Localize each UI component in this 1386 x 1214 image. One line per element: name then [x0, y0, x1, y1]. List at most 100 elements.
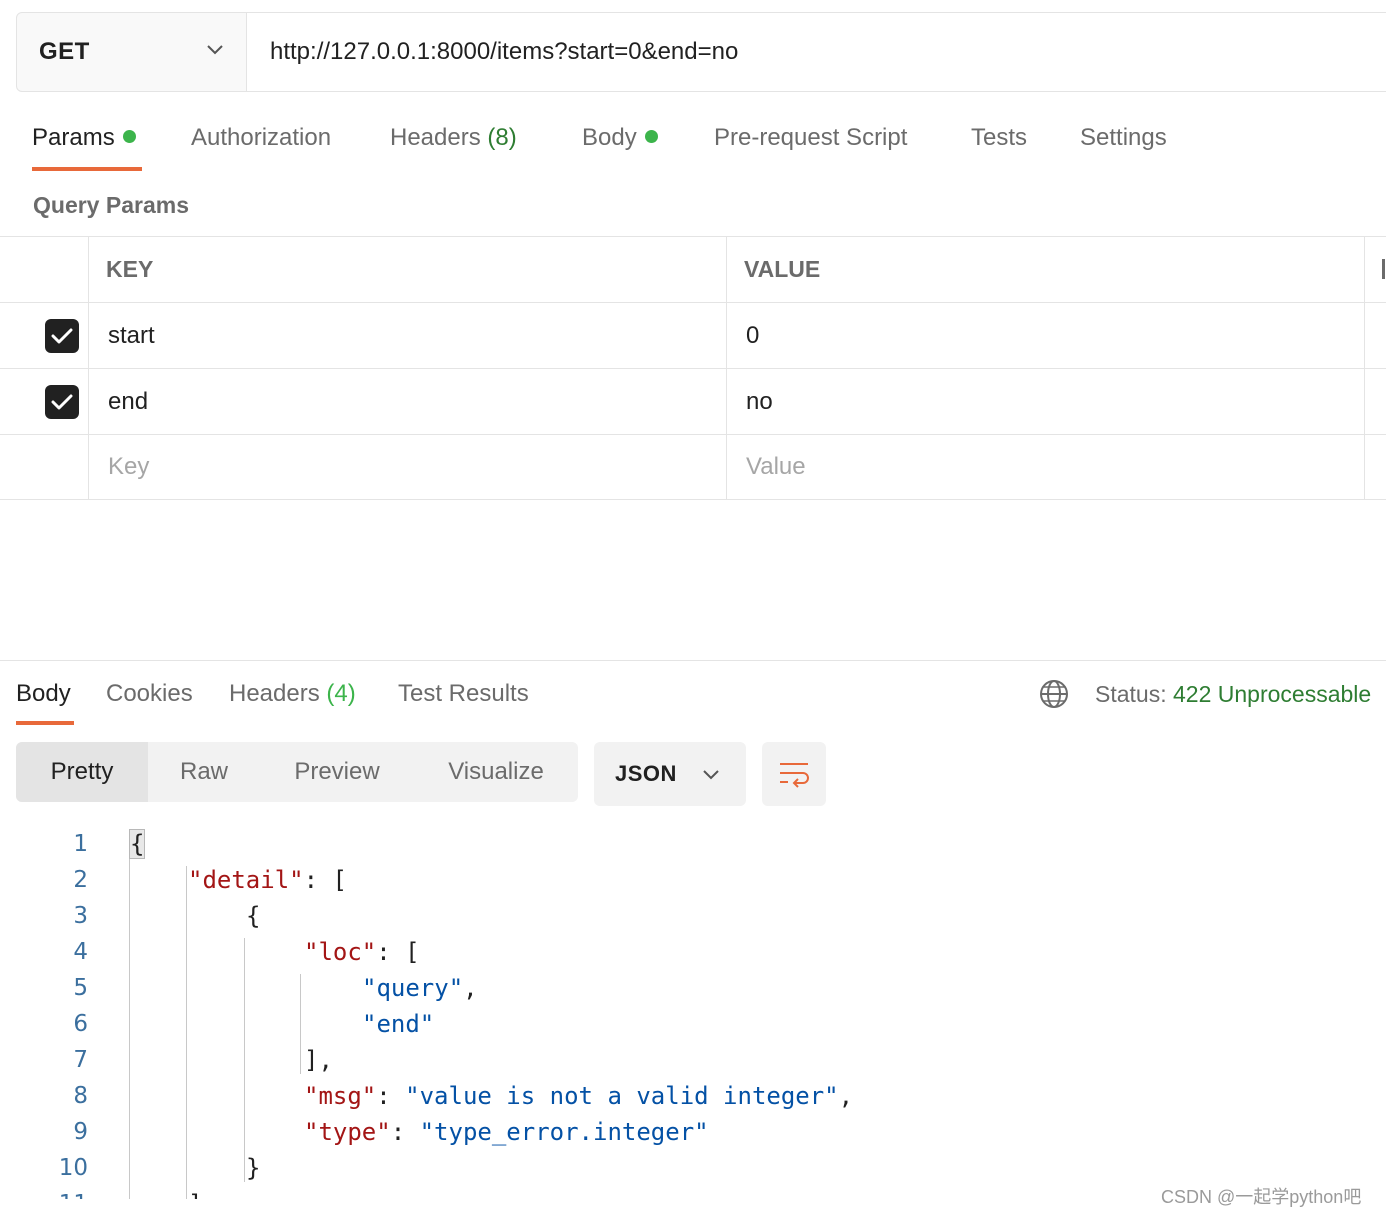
tab-settings[interactable]: Settings [1080, 124, 1167, 152]
params-status-dot [122, 130, 136, 144]
query-params-title: Query Params [33, 192, 189, 218]
line-number: 9 [73, 1119, 88, 1145]
line-number: 4 [73, 939, 88, 965]
param-extra-cell [1365, 435, 1386, 499]
code-line: 8 "msg": "value is not a valid integer", [0, 1078, 1386, 1114]
tab-params-label: Params [32, 124, 115, 151]
response-tab-headers-count: (4) [326, 680, 356, 707]
code-text: "loc": [ [304, 934, 420, 970]
view-raw-button[interactable]: Raw [148, 742, 260, 802]
table-header-row: KEY VALUE [0, 236, 1386, 302]
param-checkbox[interactable] [45, 385, 79, 419]
globe-icon[interactable] [1039, 679, 1069, 709]
tab-headers-label: Headers [390, 124, 481, 151]
method-dropdown[interactable]: GET [17, 13, 247, 91]
table-row: end no [0, 368, 1386, 434]
code-text: { [128, 826, 146, 862]
active-tab-underline [32, 167, 142, 171]
column-header-overflow [1365, 237, 1386, 302]
code-text: ] [188, 1186, 202, 1200]
response-divider [0, 660, 1386, 661]
json-punctuation: , [838, 1082, 854, 1110]
tab-body-label: Body [582, 124, 637, 151]
code-line: 7], [0, 1042, 1386, 1078]
json-punctuation: : [ [376, 938, 420, 966]
view-mode-group: Pretty Raw Preview Visualize [16, 742, 578, 802]
response-tab-headers[interactable]: Headers (4) [229, 680, 356, 708]
param-key-cell[interactable]: end [89, 369, 727, 434]
response-status: Status: 422 Unprocessable [1095, 681, 1371, 708]
new-key-input[interactable]: Key [89, 435, 727, 499]
json-key: "type" [304, 1118, 391, 1146]
response-active-underline [16, 721, 74, 725]
body-status-dot [644, 130, 658, 144]
column-header-value: VALUE [727, 237, 1365, 302]
tab-pre-request-script[interactable]: Pre-request Script [714, 124, 907, 152]
tab-params[interactable]: Params [32, 124, 136, 152]
request-tabs: Params Authorization Headers (8) Body Pr… [0, 106, 1386, 174]
code-line: 2 "detail": [ [0, 862, 1386, 898]
param-checkbox[interactable] [45, 319, 79, 353]
param-key-cell[interactable]: start [89, 303, 727, 368]
url-input[interactable]: http://127.0.0.1:8000/items?start=0&end=… [247, 13, 1386, 91]
table-row: start 0 [0, 302, 1386, 368]
line-number: 8 [73, 1083, 88, 1109]
checkmark-icon [51, 328, 73, 344]
response-tab-test-results[interactable]: Test Results [398, 680, 529, 708]
param-extra-cell [1365, 303, 1386, 368]
json-punctuation: : [390, 1118, 420, 1146]
line-number: 3 [73, 903, 88, 929]
header-checkbox-cell [0, 237, 89, 302]
json-punctuation: , [463, 974, 478, 1002]
method-label: GET [39, 38, 90, 65]
response-body-viewer[interactable]: 1{2 "detail": [3{4 "loc": [5 "query", 6 "end"… [0, 826, 1386, 1200]
format-dropdown[interactable]: JSON [594, 742, 746, 806]
tab-headers[interactable]: Headers (8) [390, 124, 517, 152]
code-text: "msg": "value is not a valid integer", [304, 1078, 853, 1114]
json-key: "loc" [304, 938, 377, 966]
json-string: "end" [362, 1010, 435, 1038]
json-string: "value is not a valid integer" [405, 1082, 839, 1110]
code-line: 5 "query", [0, 970, 1386, 1006]
code-line: 9 "type": "type_error.integer" [0, 1114, 1386, 1150]
line-number: 10 [58, 1155, 88, 1181]
param-value-cell[interactable]: 0 [727, 303, 1365, 368]
tab-tests[interactable]: Tests [971, 124, 1027, 152]
status-label: Status: [1095, 681, 1167, 707]
tab-tests-label: Tests [971, 124, 1028, 151]
query-params-table: KEY VALUE start 0 end no Key Value [0, 236, 1386, 500]
checkmark-icon [51, 394, 73, 410]
line-number: 2 [73, 867, 88, 893]
response-tab-body[interactable]: Body [16, 680, 71, 708]
code-text: } [246, 1150, 260, 1186]
row-checkbox-cell [0, 435, 89, 499]
code-line: 3{ [0, 898, 1386, 934]
status-code[interactable]: 422 Unprocessable [1173, 681, 1371, 707]
request-url-bar: GET http://127.0.0.1:8000/items?start=0&… [16, 12, 1386, 92]
code-text: "detail": [ [188, 862, 347, 898]
chevron-down-icon [703, 770, 719, 780]
param-value-cell[interactable]: no [727, 369, 1365, 434]
json-key: "detail" [188, 866, 304, 894]
table-row-new: Key Value [0, 434, 1386, 500]
tab-body[interactable]: Body [582, 124, 658, 152]
json-punctuation: } [246, 1154, 261, 1182]
json-punctuation: : [376, 1082, 406, 1110]
new-value-input[interactable]: Value [727, 435, 1365, 499]
line-number: 11 [59, 1186, 88, 1200]
response-tab-cookies[interactable]: Cookies [106, 680, 193, 708]
tab-headers-count: (8) [487, 124, 517, 151]
wrap-lines-button[interactable] [762, 742, 826, 806]
json-string: "type_error.integer" [419, 1118, 709, 1146]
view-pretty-button[interactable]: Pretty [16, 742, 148, 802]
row-checkbox-cell [0, 303, 89, 368]
code-text: "type": "type_error.integer" [304, 1114, 709, 1150]
chevron-down-icon [207, 45, 223, 55]
line-number: 7 [73, 1047, 88, 1073]
tab-authorization[interactable]: Authorization [191, 124, 331, 152]
view-preview-button[interactable]: Preview [260, 742, 414, 802]
wrap-lines-icon [780, 763, 809, 788]
code-text: { [246, 898, 260, 934]
json-punctuation: { [246, 902, 261, 930]
view-visualize-button[interactable]: Visualize [414, 742, 578, 802]
